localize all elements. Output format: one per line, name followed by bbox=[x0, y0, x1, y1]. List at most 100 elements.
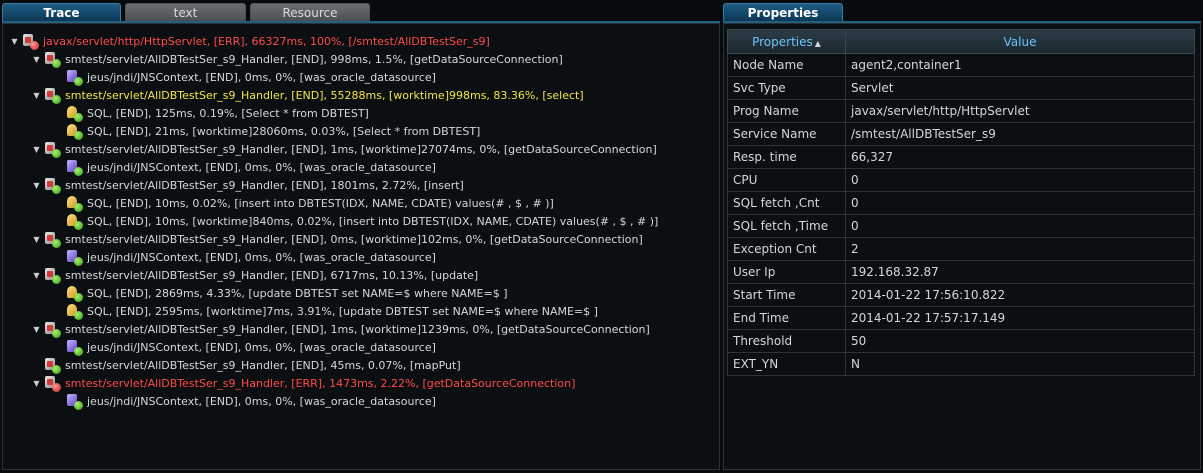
service-icon bbox=[45, 322, 61, 338]
sql-icon bbox=[67, 106, 83, 122]
property-row[interactable]: Exception Cnt 2 bbox=[727, 237, 1195, 261]
tab-text[interactable]: text bbox=[125, 3, 246, 21]
tree-node[interactable]: ▼ smtest/servlet/AllDBTestSer_s9_Handler,… bbox=[31, 267, 478, 285]
tree-node-label: smtest/servlet/AllDBTestSer_s9_Handler, … bbox=[65, 323, 650, 336]
property-value: 2 bbox=[845, 237, 1195, 261]
expand-toggle-icon[interactable]: ▼ bbox=[31, 177, 42, 195]
property-value: 192.168.32.87 bbox=[845, 260, 1195, 284]
tree-node-label: jeus/jndi/JNSContext, [END], 0ms, 0%, [w… bbox=[87, 251, 436, 264]
property-name: Start Time bbox=[727, 283, 846, 307]
column-header-value[interactable]: Value bbox=[845, 29, 1195, 54]
jndi-icon bbox=[67, 70, 83, 86]
tree-node[interactable]: ▼ smtest/servlet/AllDBTestSer_s9_Handler,… bbox=[31, 51, 563, 69]
expand-toggle-icon[interactable]: ▼ bbox=[31, 267, 42, 285]
sql-icon bbox=[67, 304, 83, 320]
service-icon bbox=[45, 268, 61, 284]
property-name: EXT_YN bbox=[727, 352, 846, 376]
property-name: End Time bbox=[727, 306, 846, 330]
column-header-properties[interactable]: Properties ▲ bbox=[727, 29, 846, 54]
property-value: 66,327 bbox=[845, 145, 1195, 169]
sort-ascending-icon: ▲ bbox=[814, 38, 821, 48]
tree-node[interactable]: ▼ smtest/servlet/AllDBTestSer_s9_Handler,… bbox=[31, 375, 575, 393]
tree-node-label: SQL, [END], 10ms, 0.02%, [insert into DB… bbox=[87, 197, 554, 210]
property-row[interactable]: Node Name agent2,container1 bbox=[727, 53, 1195, 77]
service-icon bbox=[45, 88, 61, 104]
property-row[interactable]: SQL fetch ,Time 0 bbox=[727, 214, 1195, 238]
expand-toggle-icon[interactable]: ▼ bbox=[31, 231, 42, 249]
jndi-icon bbox=[67, 250, 83, 266]
tree-node[interactable]: SQL, [END], 2595ms, [worktime]7ms, 3.91%… bbox=[53, 303, 598, 321]
property-value: 0 bbox=[845, 214, 1195, 238]
tree-node[interactable]: jeus/jndi/JNSContext, [END], 0ms, 0%, [w… bbox=[53, 159, 436, 177]
tab-trace[interactable]: Trace bbox=[2, 3, 121, 21]
property-row[interactable]: Prog Name javax/servlet/http/HttpServlet bbox=[727, 99, 1195, 123]
property-value: 0 bbox=[845, 191, 1195, 215]
tree-node[interactable]: smtest/servlet/AllDBTestSer_s9_Handler, … bbox=[31, 357, 461, 375]
expand-toggle-icon[interactable]: ▼ bbox=[31, 375, 42, 393]
jndi-icon bbox=[67, 160, 83, 176]
service-icon bbox=[45, 52, 61, 68]
expand-toggle-icon[interactable]: ▼ bbox=[9, 33, 20, 51]
tree-node[interactable]: SQL, [END], 10ms, 0.02%, [insert into DB… bbox=[53, 195, 554, 213]
tree-node-label: smtest/servlet/AllDBTestSer_s9_Handler, … bbox=[65, 269, 479, 282]
tree-node[interactable]: ▼ smtest/servlet/AllDBTestSer_s9_Handler,… bbox=[31, 231, 643, 249]
tree-node[interactable]: jeus/jndi/JNSContext, [END], 0ms, 0%, [w… bbox=[53, 393, 436, 411]
tree-node[interactable]: SQL, [END], 10ms, [worktime]840ms, 0.02%… bbox=[53, 213, 658, 231]
expand-toggle-icon[interactable]: ▼ bbox=[31, 87, 42, 105]
tree-node-label: SQL, [END], 21ms, [worktime]28060ms, 0.0… bbox=[87, 125, 481, 138]
sql-icon bbox=[67, 286, 83, 302]
tab-resource[interactable]: Resource bbox=[250, 3, 370, 21]
property-row[interactable]: End Time 2014-01-22 17:57:17.149 bbox=[727, 306, 1195, 330]
service-error-icon bbox=[45, 376, 61, 392]
tree-node-label: SQL, [END], 10ms, [worktime]840ms, 0.02%… bbox=[87, 215, 659, 228]
tree-node-label: smtest/servlet/AllDBTestSer_s9_Handler, … bbox=[65, 89, 584, 102]
property-name: CPU bbox=[727, 168, 846, 192]
property-name: Prog Name bbox=[727, 99, 846, 123]
property-row[interactable]: User Ip 192.168.32.87 bbox=[727, 260, 1195, 284]
property-row[interactable]: EXT_YN N bbox=[727, 352, 1195, 376]
trace-tree[interactable]: ▼ javax/servlet/http/HttpServlet, [ERR], … bbox=[2, 23, 720, 470]
property-value: /smtest/AllDBTestSer_s9 bbox=[845, 122, 1195, 146]
tree-node[interactable]: SQL, [END], 2869ms, 4.33%, [update DBTES… bbox=[53, 285, 507, 303]
service-icon bbox=[45, 142, 61, 158]
property-name: Service Name bbox=[727, 122, 846, 146]
property-value: javax/servlet/http/HttpServlet bbox=[845, 99, 1195, 123]
property-row[interactable]: CPU 0 bbox=[727, 168, 1195, 192]
property-value: 0 bbox=[845, 168, 1195, 192]
tree-node-label: smtest/servlet/AllDBTestSer_s9_Handler, … bbox=[65, 53, 563, 66]
tree-node[interactable]: jeus/jndi/JNSContext, [END], 0ms, 0%, [w… bbox=[53, 339, 436, 357]
tree-node-label: jeus/jndi/JNSContext, [END], 0ms, 0%, [w… bbox=[87, 161, 436, 174]
tree-node-label: jeus/jndi/JNSContext, [END], 0ms, 0%, [w… bbox=[87, 341, 436, 354]
tree-node-label: jeus/jndi/JNSContext, [END], 0ms, 0%, [w… bbox=[87, 71, 436, 84]
property-row[interactable]: Resp. time 66,327 bbox=[727, 145, 1195, 169]
property-name: Threshold bbox=[727, 329, 846, 353]
tab-properties[interactable]: Properties bbox=[723, 3, 843, 21]
tree-node[interactable]: ▼ smtest/servlet/AllDBTestSer_s9_Handler,… bbox=[31, 177, 464, 195]
property-value: Servlet bbox=[845, 76, 1195, 100]
property-name: SQL fetch ,Cnt bbox=[727, 191, 846, 215]
tree-node-label: javax/servlet/http/HttpServlet, [ERR], 6… bbox=[43, 35, 490, 48]
tree-node-label: SQL, [END], 2595ms, [worktime]7ms, 3.91%… bbox=[87, 305, 598, 318]
tree-node-label: smtest/servlet/AllDBTestSer_s9_Handler, … bbox=[65, 359, 461, 372]
tree-node[interactable]: SQL, [END], 125ms, 0.19%, [Select * from… bbox=[53, 105, 369, 123]
sql-icon bbox=[67, 124, 83, 140]
sql-icon bbox=[67, 214, 83, 230]
tree-node[interactable]: jeus/jndi/JNSContext, [END], 0ms, 0%, [w… bbox=[53, 249, 436, 267]
property-row[interactable]: Threshold 50 bbox=[727, 329, 1195, 353]
property-row[interactable]: Service Name/smtest/AllDBTestSer_s9 bbox=[727, 122, 1195, 146]
tree-node-label: smtest/servlet/AllDBTestSer_s9_Handler, … bbox=[65, 143, 657, 156]
tree-node[interactable]: ▼ javax/servlet/http/HttpServlet, [ERR], … bbox=[9, 33, 490, 51]
property-row[interactable]: Start Time 2014-01-22 17:56:10.822 bbox=[727, 283, 1195, 307]
tree-node[interactable]: jeus/jndi/JNSContext, [END], 0ms, 0%, [w… bbox=[53, 69, 436, 87]
jndi-icon bbox=[67, 394, 83, 410]
tree-node-label: SQL, [END], 2869ms, 4.33%, [update DBTES… bbox=[87, 287, 508, 300]
tree-node[interactable]: ▼ smtest/servlet/AllDBTestSer_s9_Handler,… bbox=[31, 87, 584, 105]
property-row[interactable]: Svc Type Servlet bbox=[727, 76, 1195, 100]
tree-node[interactable]: ▼ smtest/servlet/AllDBTestSer_s9_Handler,… bbox=[31, 321, 650, 339]
expand-toggle-icon[interactable]: ▼ bbox=[31, 51, 42, 69]
tree-node[interactable]: SQL, [END], 21ms, [worktime]28060ms, 0.0… bbox=[53, 123, 480, 141]
expand-toggle-icon[interactable]: ▼ bbox=[31, 141, 42, 159]
expand-toggle-icon[interactable]: ▼ bbox=[31, 321, 42, 339]
tree-node[interactable]: ▼ smtest/servlet/AllDBTestSer_s9_Handler,… bbox=[31, 141, 657, 159]
property-row[interactable]: SQL fetch ,Cnt 0 bbox=[727, 191, 1195, 215]
